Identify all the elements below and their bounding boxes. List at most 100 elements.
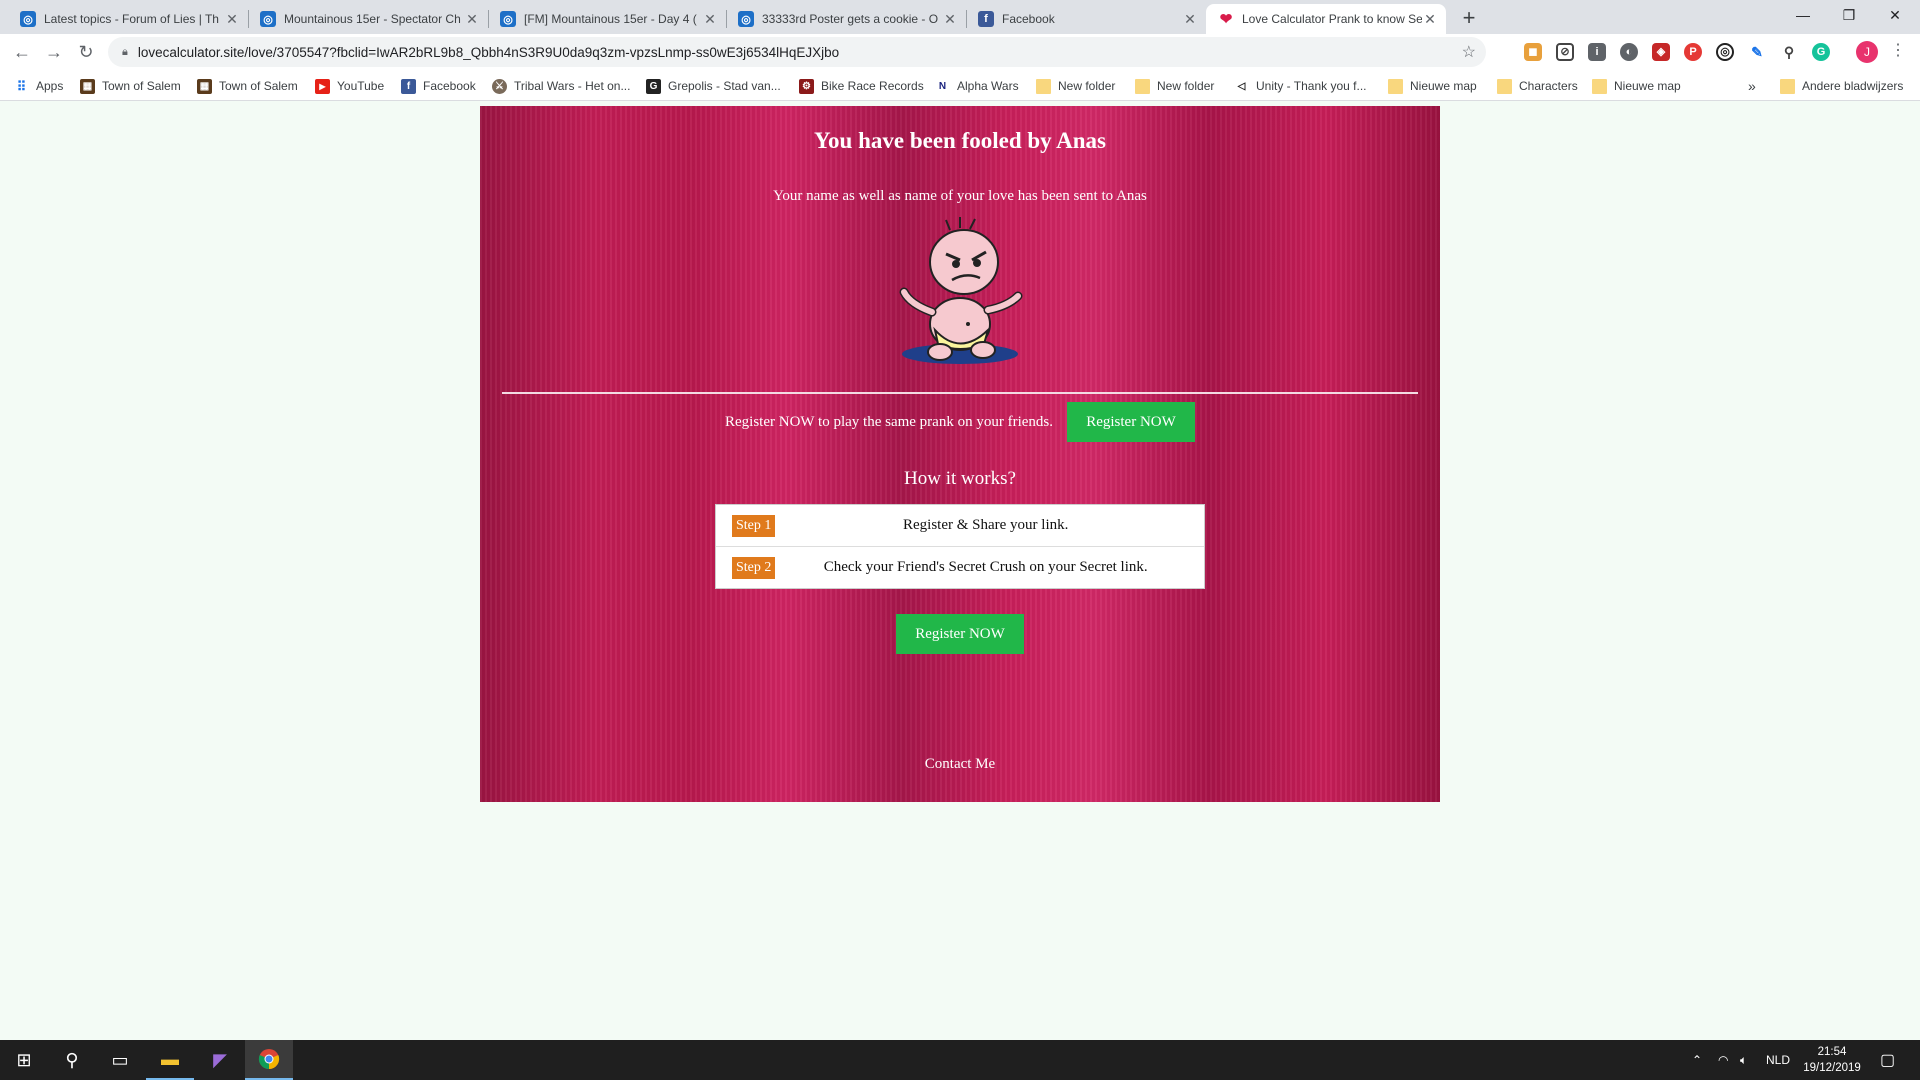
close-window-button[interactable]: ✕ <box>1872 0 1918 30</box>
bookmark-label: Alpha Wars <box>957 79 1019 93</box>
address-bar[interactable]: 🔒︎ lovecalculator.site/love/3705547?fbcl… <box>108 37 1486 67</box>
bookmark-label: Town of Salem <box>102 79 181 93</box>
tab-love-calculator[interactable]: ❤ Love Calculator Prank to know Se ✕ <box>1206 4 1446 34</box>
bookmarks-bar: ⠿ Apps ▦ Town of Salem ▦ Town of Salem ▶… <box>0 70 1920 101</box>
bookmark-label: Tribal Wars - Het on... <box>514 79 631 93</box>
profile-avatar[interactable]: J <box>1856 41 1878 63</box>
bookmark-bike-race[interactable]: ⚙ Bike Race Records <box>799 76 924 96</box>
tray-chevron-up-icon[interactable]: ⌃ <box>1692 1040 1702 1080</box>
bookmark-nieuwe-map-2[interactable]: Nieuwe map <box>1592 76 1681 96</box>
heart-icon: ❤ <box>1219 11 1233 28</box>
pinterest-icon[interactable]: P <box>1684 43 1702 61</box>
reload-icon[interactable]: ↻ <box>72 38 100 66</box>
step-badge: Step 1 <box>732 514 776 537</box>
bookmark-new-folder[interactable]: New folder <box>1036 76 1115 96</box>
bookmark-characters[interactable]: Characters <box>1497 76 1578 96</box>
language-indicator[interactable]: NLD <box>1766 1040 1790 1080</box>
sync-extension-icon[interactable]: ◎ <box>1716 43 1734 61</box>
bookmark-grepolis[interactable]: G Grepolis - Stad van... <box>646 76 781 96</box>
bookmark-tribal-wars[interactable]: ⚔ Tribal Wars - Het on... <box>492 76 630 96</box>
search-extension-icon[interactable]: ⚲ <box>1780 43 1798 61</box>
close-icon[interactable]: ✕ <box>702 11 718 28</box>
bookmark-label: Grepolis - Stad van... <box>668 79 781 93</box>
compass-extension-icon[interactable]: ◐ <box>1620 43 1638 61</box>
chrome-icon[interactable] <box>245 1040 293 1080</box>
other-bookmarks[interactable]: Andere bladwijzers <box>1780 76 1903 96</box>
eyedropper-icon[interactable]: ✎ <box>1748 43 1766 61</box>
facebook-icon: f <box>401 78 416 94</box>
bookmark-nieuwe-map[interactable]: Nieuwe map <box>1388 76 1477 96</box>
tribal-wars-icon: ⚔ <box>492 78 507 94</box>
bookmark-town-of-salem[interactable]: ▦ Town of Salem <box>80 76 181 96</box>
new-tab-button[interactable]: + <box>1455 4 1483 32</box>
extension-icon[interactable]: ◼ <box>1524 43 1542 61</box>
forward-arrow-icon[interactable]: → <box>40 38 68 66</box>
system-clock[interactable]: 21:54 19/12/2019 <box>1788 1044 1876 1076</box>
bookmark-facebook[interactable]: f Facebook <box>401 76 476 96</box>
close-icon[interactable]: ✕ <box>942 11 958 28</box>
prank-panel: You have been fooled by Anas Your name a… <box>480 106 1440 802</box>
bookmark-label: Facebook <box>423 79 476 93</box>
bookmark-label: Andere bladwijzers <box>1802 79 1904 93</box>
bookmark-label: New folder <box>1058 79 1116 93</box>
prank-subtitle: Your name as well as name of your love h… <box>773 188 1147 204</box>
back-arrow-icon[interactable]: ← <box>8 38 36 66</box>
close-icon[interactable]: ✕ <box>224 11 240 28</box>
windows-taskbar: ⊞ ⚲ ▭ ▬ ◤ ⌃ ◠ 🔈︎ NLD 21:54 19/12/2019 ▢ <box>0 1040 1920 1080</box>
info-extension-icon[interactable]: i <box>1588 43 1606 61</box>
bookmark-town-of-salem-2[interactable]: ▦ Town of Salem <box>197 76 298 96</box>
tab-title: [FM] Mountainous 15er - Day 4 ( <box>524 12 697 26</box>
register-promo: Register NOW to play the same prank on y… <box>480 402 1440 442</box>
visual-studio-icon[interactable]: ◤ <box>196 1040 244 1080</box>
tab-forum-latest-topics[interactable]: ◎ Latest topics - Forum of Lies | Th ✕ <box>8 4 248 34</box>
alpha-wars-icon: N <box>935 78 950 94</box>
bookmark-label: YouTube <box>337 79 385 93</box>
file-explorer-icon[interactable]: ▬ <box>146 1040 194 1080</box>
bookmark-new-folder-2[interactable]: New folder <box>1135 76 1214 96</box>
youtube-icon: ▶ <box>315 78 330 94</box>
divider <box>502 392 1418 394</box>
register-now-button[interactable]: Register NOW <box>1066 402 1195 442</box>
bookmarks-overflow-chevron[interactable]: » <box>1748 76 1756 96</box>
bookmark-label: Bike Race Records <box>821 79 924 93</box>
register-now-button-bottom[interactable]: Register NOW <box>896 614 1024 654</box>
chrome-logo-icon <box>258 1049 280 1070</box>
block-icon[interactable]: ⊘ <box>1556 43 1574 61</box>
network-icon[interactable]: ◠ <box>1718 1040 1728 1080</box>
folder-icon <box>1135 78 1150 94</box>
tab-mountainous-day4[interactable]: ◎ [FM] Mountainous 15er - Day 4 ( ✕ <box>488 4 726 34</box>
bookmark-youtube[interactable]: ▶ YouTube <box>315 76 384 96</box>
search-icon[interactable]: ⚲ <box>48 1040 96 1080</box>
windows-start-icon[interactable]: ⊞ <box>0 1040 48 1080</box>
contact-me-link[interactable]: Contact Me <box>480 756 1440 773</box>
ublock-icon[interactable]: ◈ <box>1652 43 1670 61</box>
bookmark-star-icon[interactable]: ☆ <box>1462 42 1476 62</box>
lock-icon[interactable]: 🔒︎ <box>122 46 128 59</box>
bookmark-label: Nieuwe map <box>1410 79 1477 93</box>
minimize-button[interactable]: — <box>1780 0 1826 30</box>
table-row: Step 1 Register & Share your link. <box>716 505 1204 547</box>
folder-icon <box>1497 78 1512 94</box>
bookmark-alpha-wars[interactable]: N Alpha Wars <box>935 76 1019 96</box>
tab-mountainous-spectator[interactable]: ◎ Mountainous 15er - Spectator Ch ✕ <box>248 4 488 34</box>
menu-kebab-icon[interactable]: ⋮ <box>1890 40 1906 60</box>
close-icon[interactable]: ✕ <box>1422 11 1438 28</box>
close-icon[interactable]: ✕ <box>1182 11 1198 28</box>
bookmark-apps[interactable]: ⠿ Apps <box>14 76 63 96</box>
forum-icon: ◎ <box>260 11 276 27</box>
step-text: Check your Friend's Secret Crush on your… <box>823 559 1148 575</box>
tab-poster-cookie[interactable]: ◎ 33333rd Poster gets a cookie - O ✕ <box>726 4 966 34</box>
restore-button[interactable]: ❐ <box>1826 0 1872 30</box>
tab-facebook[interactable]: f Facebook ✕ <box>966 4 1206 34</box>
town-of-salem-icon: ▦ <box>197 78 212 94</box>
volume-icon[interactable]: 🔈︎ <box>1740 1040 1747 1080</box>
notifications-icon[interactable]: ▢ <box>1880 1040 1895 1080</box>
folder-icon <box>1780 78 1795 94</box>
town-of-salem-icon: ▦ <box>80 78 95 94</box>
task-view-icon[interactable]: ▭ <box>96 1040 144 1080</box>
grammarly-icon[interactable]: G <box>1812 43 1830 61</box>
close-icon[interactable]: ✕ <box>464 11 480 28</box>
unity-icon: ◁ <box>1234 78 1249 94</box>
how-it-works-heading: How it works? <box>904 468 1016 489</box>
bookmark-unity[interactable]: ◁ Unity - Thank you f... <box>1234 76 1367 96</box>
